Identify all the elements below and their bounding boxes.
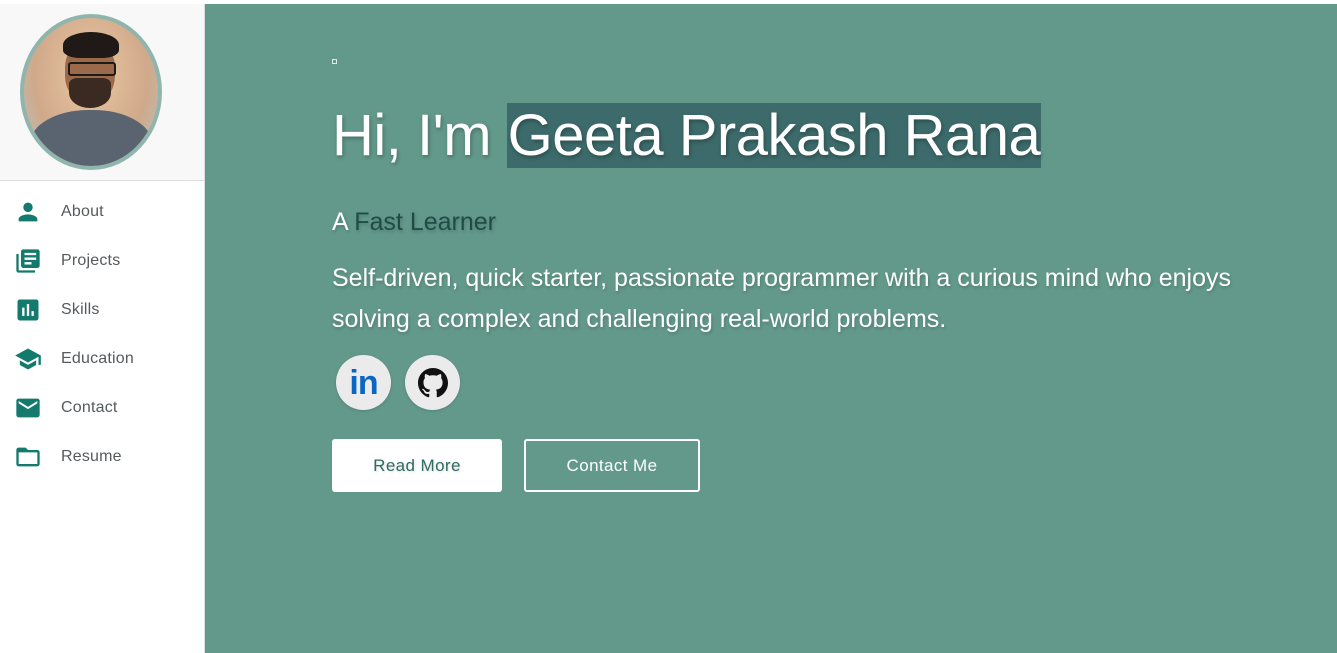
sidebar-item-projects[interactable]: Projects [0,236,204,285]
sidebar: About Projects Skills Education Contact … [0,4,205,653]
avatar [20,14,162,170]
person-icon [14,198,42,226]
sidebar-item-label: Projects [61,251,121,269]
folder-icon [14,443,42,471]
sidebar-item-contact[interactable]: Contact [0,383,204,432]
tagline-accent: Fast Learner [354,208,496,236]
hero-bio: Self-driven, quick starter, passionate p… [332,264,1232,333]
sidebar-item-label: Contact [61,398,118,416]
hero-tagline: A Fast Learner [332,208,496,237]
sidebar-item-label: Skills [61,300,100,318]
social-links: in [336,355,460,410]
contact-me-button[interactable]: Contact Me [524,439,700,492]
sidebar-item-skills[interactable]: Skills [0,285,204,334]
mail-icon [14,394,42,422]
decorative-mark [332,59,337,64]
avatar-body [30,110,152,166]
avatar-hair [63,32,119,58]
avatar-beard [69,78,111,108]
graduation-cap-icon [14,345,42,373]
avatar-glasses [68,62,116,76]
sidebar-nav: About Projects Skills Education Contact … [0,181,204,481]
tagline-prefix: A [332,208,355,236]
sidebar-item-about[interactable]: About [0,187,204,236]
sidebar-item-label: Education [61,349,134,367]
page: About Projects Skills Education Contact … [0,0,1337,653]
sidebar-item-label: About [61,202,104,220]
linkedin-link[interactable]: in [336,355,391,410]
greeting-prefix: Hi, I'm [332,103,507,168]
hero-greeting: Hi, I'm Geeta Prakash Rana [332,101,1042,171]
sidebar-item-resume[interactable]: Resume [0,432,204,481]
newspaper-icon [14,247,42,275]
avatar-section [0,4,204,181]
github-icon [417,367,448,397]
sidebar-item-label: Resume [61,447,122,465]
github-link[interactable] [405,355,460,410]
hero-name: Geeta Prakash Rana [506,103,1042,168]
sidebar-item-education[interactable]: Education [0,334,204,383]
read-more-button[interactable]: Read More [332,439,502,492]
bar-chart-icon [14,296,42,324]
hero-section: Hi, I'm Geeta Prakash Rana A Fast Learne… [205,4,1337,653]
linkedin-icon: in [349,363,378,402]
